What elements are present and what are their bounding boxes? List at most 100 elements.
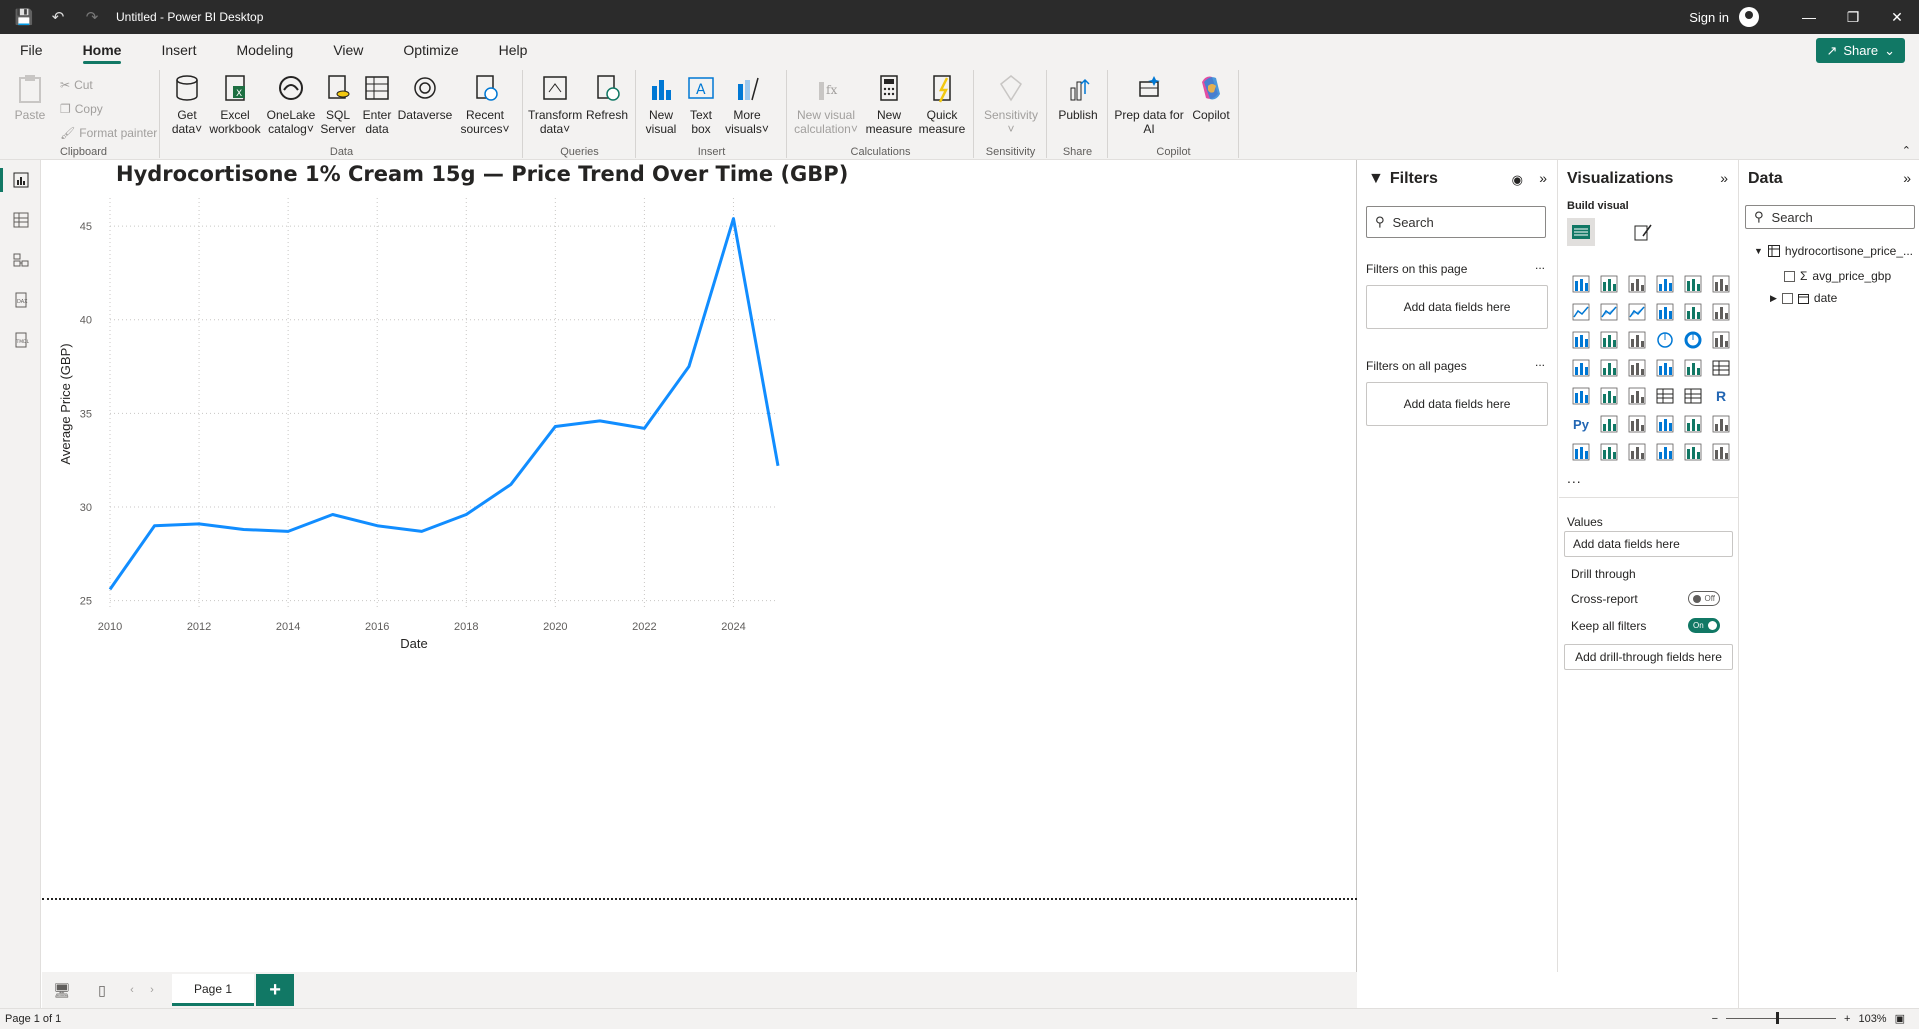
get-data-button[interactable]: Get data˅ (167, 72, 207, 136)
qa-icon[interactable] (1651, 410, 1679, 438)
stacked-bar-icon[interactable] (1567, 270, 1595, 298)
drill-through-dropzone[interactable]: Add drill-through fields here (1564, 644, 1733, 670)
stacked-area-icon[interactable] (1623, 298, 1651, 326)
field-row[interactable]: ▶ date (1770, 291, 1837, 305)
paste-button[interactable]: Paste (10, 72, 50, 122)
tab-modeling[interactable]: Modeling (216, 34, 313, 66)
save-icon[interactable]: 💾 (14, 8, 34, 26)
clustered-bar-icon[interactable] (1623, 270, 1651, 298)
slicer-icon[interactable] (1623, 382, 1651, 410)
clustered-column-icon[interactable] (1651, 270, 1679, 298)
model-view-icon[interactable] (0, 240, 41, 280)
recent-sources-button[interactable]: Recent sources˅ (457, 72, 513, 136)
page-tab[interactable]: Page 1 (172, 974, 255, 1006)
python-visual-icon[interactable]: Py (1567, 410, 1595, 438)
zoom-slider[interactable] (1726, 1012, 1837, 1024)
zoom-slider-thumb[interactable] (1776, 1012, 1780, 1024)
stacked-column-icon[interactable] (1595, 270, 1623, 298)
excel-workbook-button[interactable]: X Excel workbook (207, 72, 263, 136)
tab-insert[interactable]: Insert (141, 34, 216, 66)
tab-optimize[interactable]: Optimize (383, 34, 478, 66)
field-checkbox[interactable] (1784, 270, 1795, 282)
collapse-ribbon-icon[interactable]: ⌃ (1902, 144, 1911, 157)
refresh-button[interactable]: Refresh (584, 72, 630, 122)
area-icon[interactable] (1595, 298, 1623, 326)
sign-in-link[interactable]: Sign in (1689, 10, 1729, 25)
cross-report-toggle[interactable]: Off (1688, 591, 1720, 606)
line-chart[interactable]: 25 30 35 40 45 2010 2012 2014 2016 2018 2020 2022 20… (42, 160, 862, 660)
gauge-icon[interactable] (1679, 354, 1707, 382)
dataverse-button[interactable]: Dataverse (397, 72, 453, 122)
more-visuals-button[interactable]: More visuals˅ (721, 72, 773, 136)
table-node[interactable]: ▼ hydrocortisone_price_... (1754, 244, 1913, 258)
r-visual-icon[interactable]: R (1707, 382, 1735, 410)
share-button[interactable]: ↗ Share ⌄ (1816, 38, 1905, 63)
fit-to-page-icon[interactable]: ▣ (1895, 1012, 1905, 1025)
zoom-in-icon[interactable]: + (1844, 1013, 1850, 1025)
globe-map-icon[interactable] (1595, 354, 1623, 382)
decomposition-tree-icon[interactable] (1623, 410, 1651, 438)
power-automate-icon[interactable] (1651, 438, 1679, 466)
report-canvas[interactable]: Hydrocortisone 1% Cream 15g — Price Tren… (42, 160, 1357, 972)
data-search-input[interactable]: ⚲ Search (1745, 205, 1915, 229)
tab-home[interactable]: Home (63, 34, 142, 66)
pie-icon[interactable] (1651, 326, 1679, 354)
sql-server-button[interactable]: SQL Server (319, 72, 357, 136)
line-stacked-column-icon[interactable] (1651, 298, 1679, 326)
build-visual-tab[interactable] (1567, 218, 1595, 246)
onelake-catalog-button[interactable]: OneLake catalog˅ (265, 72, 317, 136)
multi-row-card-icon[interactable] (1567, 382, 1595, 410)
report-view-icon[interactable] (0, 160, 41, 200)
next-page-icon[interactable]: › (142, 984, 162, 996)
collapse-filters-icon[interactable]: » (1539, 170, 1547, 186)
azure-map-icon[interactable] (1651, 354, 1679, 382)
filters-search-input[interactable]: ⚲ Search (1366, 206, 1546, 238)
matrix-icon[interactable] (1679, 382, 1707, 410)
collapse-data-icon[interactable]: » (1903, 170, 1911, 186)
tab-view[interactable]: View (313, 34, 383, 66)
collapse-visualizations-icon[interactable]: » (1720, 170, 1728, 186)
waterfall-icon[interactable] (1567, 326, 1595, 354)
new-measure-button[interactable]: New measure (864, 72, 914, 136)
new-visual-calculation-button[interactable]: fx New visual calculation˅ (790, 72, 862, 136)
diamond-icon[interactable] (1679, 438, 1707, 466)
smart-narrative-icon[interactable] (1679, 410, 1707, 438)
filters-this-page-dropzone[interactable]: Add data fields here (1366, 285, 1548, 329)
zoom-out-icon[interactable]: − (1712, 1013, 1718, 1025)
table-view-icon[interactable] (0, 200, 41, 240)
add-page-button[interactable]: + (256, 974, 295, 1006)
keep-all-filters-toggle[interactable]: On (1688, 618, 1720, 633)
avatar[interactable] (1739, 7, 1759, 27)
format-visual-tab[interactable] (1629, 218, 1657, 246)
quick-measure-button[interactable]: Quick measure (916, 72, 968, 136)
funnel-column-icon[interactable] (1595, 326, 1623, 354)
redo-icon[interactable]: ↷ (82, 8, 102, 26)
chevron-right-icon[interactable]: ▶ (1770, 293, 1777, 304)
close-icon[interactable]: ✕ (1875, 9, 1919, 26)
copilot-button[interactable]: Copilot (1187, 72, 1235, 122)
more-options-icon[interactable]: ... (1535, 355, 1545, 369)
trophy-icon[interactable] (1707, 410, 1735, 438)
stacked-bar-100-icon[interactable] (1679, 270, 1707, 298)
field-checkbox[interactable] (1781, 292, 1793, 304)
donut-icon[interactable] (1679, 326, 1707, 354)
filled-map-icon[interactable] (1623, 354, 1651, 382)
prev-page-icon[interactable]: ‹ (122, 984, 142, 996)
format-painter-button[interactable]: 🖌 Format painter (60, 126, 157, 140)
mobile-layout-icon[interactable]: ▯ (82, 982, 122, 999)
copy-button[interactable]: ❐ Copy (60, 102, 103, 116)
metrics-icon[interactable] (1595, 438, 1623, 466)
ribbon-icon[interactable] (1707, 298, 1735, 326)
tab-file[interactable]: File (0, 34, 63, 66)
table-icon[interactable] (1651, 382, 1679, 410)
cut-button[interactable]: ✂ Cut (60, 78, 93, 92)
prep-data-for-ai-button[interactable]: Prep data for AI (1113, 72, 1185, 136)
more-options-icon[interactable]: ... (1535, 258, 1545, 272)
power-apps-icon[interactable] (1623, 438, 1651, 466)
paginated-report-icon[interactable] (1567, 438, 1595, 466)
treemap-icon[interactable] (1707, 326, 1735, 354)
text-box-button[interactable]: A Text box (683, 72, 719, 136)
values-dropzone[interactable]: Add data fields here (1564, 531, 1733, 557)
minimize-icon[interactable]: — (1787, 9, 1831, 25)
line-icon[interactable] (1567, 298, 1595, 326)
